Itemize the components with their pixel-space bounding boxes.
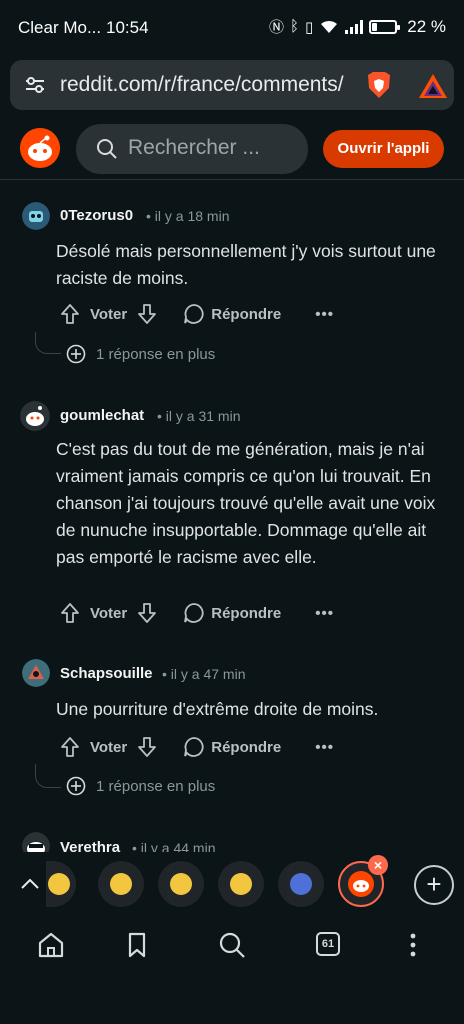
bluetooth-icon: ᛒ — [289, 18, 299, 35]
reply-icon — [184, 737, 204, 757]
emoji-face-icon — [230, 873, 252, 895]
search-icon — [97, 139, 117, 159]
signal-icon — [345, 19, 364, 34]
subreddit-avatar-icon — [290, 873, 312, 895]
vote-label: Voter — [90, 604, 128, 622]
comment-body: C'est pas du tout de me génération, mais… — [56, 439, 436, 567]
avatar[interactable] — [22, 659, 50, 687]
comment: 0Tezorus0 • il y a 18 min Désolé mais pe… — [0, 200, 464, 370]
bottom-navigation: 61 — [0, 916, 464, 1024]
more-replies-link[interactable]: 1 réponse en plus — [66, 344, 215, 364]
vote-label: Voter — [90, 738, 128, 756]
downvote-icon[interactable] — [137, 602, 157, 624]
carrier-name: Clear Mo... — [18, 18, 102, 37]
tabs-icon[interactable]: 61 — [316, 932, 340, 956]
bookmark-icon[interactable] — [122, 930, 152, 960]
username[interactable]: goumlechat — [60, 407, 144, 424]
status-bar: Clear Mo... 10:54 Ⓝ ᛒ ▯ 22 % — [0, 0, 464, 56]
avatar[interactable] — [22, 202, 50, 230]
expand-plus-icon — [66, 344, 86, 364]
reply-button[interactable]: Répondre — [183, 736, 281, 758]
comment-timestamp: • il y a 47 min — [162, 666, 246, 682]
tab-thumbnail-active[interactable]: × — [338, 855, 388, 907]
battery-fill — [372, 22, 378, 31]
reply-button[interactable]: Répondre — [183, 602, 281, 624]
emoji-face-icon — [110, 873, 132, 895]
reddit-logo-icon — [348, 871, 374, 897]
brave-shield-icon[interactable] — [364, 70, 394, 100]
more-options-icon[interactable]: ••• — [315, 306, 334, 323]
tab-thumbnail[interactable] — [46, 861, 76, 907]
comment: Schapsouille • il y a 47 min Une pourrit… — [0, 658, 464, 808]
home-icon[interactable] — [36, 930, 66, 960]
reply-label: Répondre — [211, 738, 282, 756]
more-replies-link[interactable]: 1 réponse en plus — [66, 776, 215, 796]
status-icons: Ⓝ ᛒ ▯ 22 % — [269, 16, 446, 37]
emoji-face-icon — [170, 873, 192, 895]
new-tab-button[interactable]: + — [414, 865, 454, 905]
nfc-icon: Ⓝ — [268, 19, 284, 36]
reply-label: Répondre — [211, 305, 282, 323]
more-replies-label: 1 réponse en plus — [96, 345, 216, 363]
tab-thumbnail[interactable] — [98, 861, 144, 907]
avatar[interactable] — [22, 832, 50, 852]
expand-plus-icon — [66, 776, 86, 796]
upvote-icon[interactable] — [60, 736, 80, 758]
clock: 10:54 — [106, 18, 149, 37]
menu-icon[interactable] — [398, 930, 428, 960]
reply-icon — [184, 304, 204, 324]
username[interactable]: Verethra — [60, 839, 120, 852]
battery-icon — [369, 19, 401, 34]
avatar[interactable] — [20, 401, 50, 431]
username[interactable]: Schapsouille — [60, 665, 153, 682]
tab-thumbnail[interactable] — [158, 861, 204, 907]
thread-line — [35, 332, 61, 354]
reply-button[interactable]: Répondre — [183, 303, 281, 325]
upvote-icon[interactable] — [60, 602, 80, 624]
upvote-icon[interactable] — [60, 303, 80, 325]
comment-body: Désolé mais personnellement j'y vois sur… — [56, 241, 436, 288]
tab-thumbnail[interactable] — [218, 861, 264, 907]
tab-thumbnail[interactable] — [278, 861, 324, 907]
downvote-icon[interactable] — [137, 736, 157, 758]
comment-timestamp: • il y a 44 min — [132, 840, 216, 852]
search-icon[interactable] — [217, 930, 247, 960]
reddit-header: Rechercher ... Ouvrir l'appli — [0, 116, 464, 180]
comment-timestamp: • il y a 18 min — [146, 208, 230, 224]
tune-icon[interactable] — [24, 74, 46, 96]
comment: Verethra • il y a 44 min — [0, 830, 464, 852]
reply-label: Répondre — [211, 604, 282, 622]
thread-line — [35, 764, 61, 788]
comment-body: Une pourriture d'extrême droite de moins… — [56, 699, 379, 719]
more-options-icon[interactable]: ••• — [315, 605, 334, 622]
search-input[interactable]: Rechercher ... — [76, 124, 308, 174]
url-bar[interactable]: reddit.com/r/france/comments/ — [10, 60, 454, 110]
reddit-logo-icon[interactable] — [20, 128, 60, 168]
tab-strip: × + — [0, 852, 464, 916]
more-replies-label: 1 réponse en plus — [96, 777, 216, 795]
wifi-icon — [321, 20, 338, 33]
brave-rewards-icon[interactable] — [418, 72, 448, 100]
comment: goumlechat • il y a 31 min C'est pas du … — [0, 400, 464, 632]
comment-timestamp: • il y a 31 min — [157, 408, 241, 424]
reply-icon — [184, 603, 204, 623]
vote-label: Voter — [90, 305, 128, 323]
vibrate-icon: ▯ — [304, 18, 314, 36]
emoji-face-icon — [48, 873, 70, 895]
open-app-button[interactable]: Ouvrir l'appli — [323, 130, 444, 168]
comment-actions: Voter Répondre ••• — [60, 600, 334, 626]
chevron-up-icon[interactable] — [18, 872, 42, 896]
battery-percent: 22 % — [407, 16, 446, 36]
username[interactable]: 0Tezorus0 — [60, 207, 133, 224]
url-text[interactable]: reddit.com/r/france/comments/ — [60, 73, 350, 97]
close-tab-icon[interactable]: × — [368, 855, 388, 875]
search-placeholder: Rechercher ... — [128, 136, 260, 159]
comment-actions: Voter Répondre ••• — [60, 301, 334, 327]
more-options-icon[interactable]: ••• — [315, 739, 334, 756]
comment-actions: Voter Répondre ••• — [60, 734, 334, 760]
downvote-icon[interactable] — [137, 303, 157, 325]
